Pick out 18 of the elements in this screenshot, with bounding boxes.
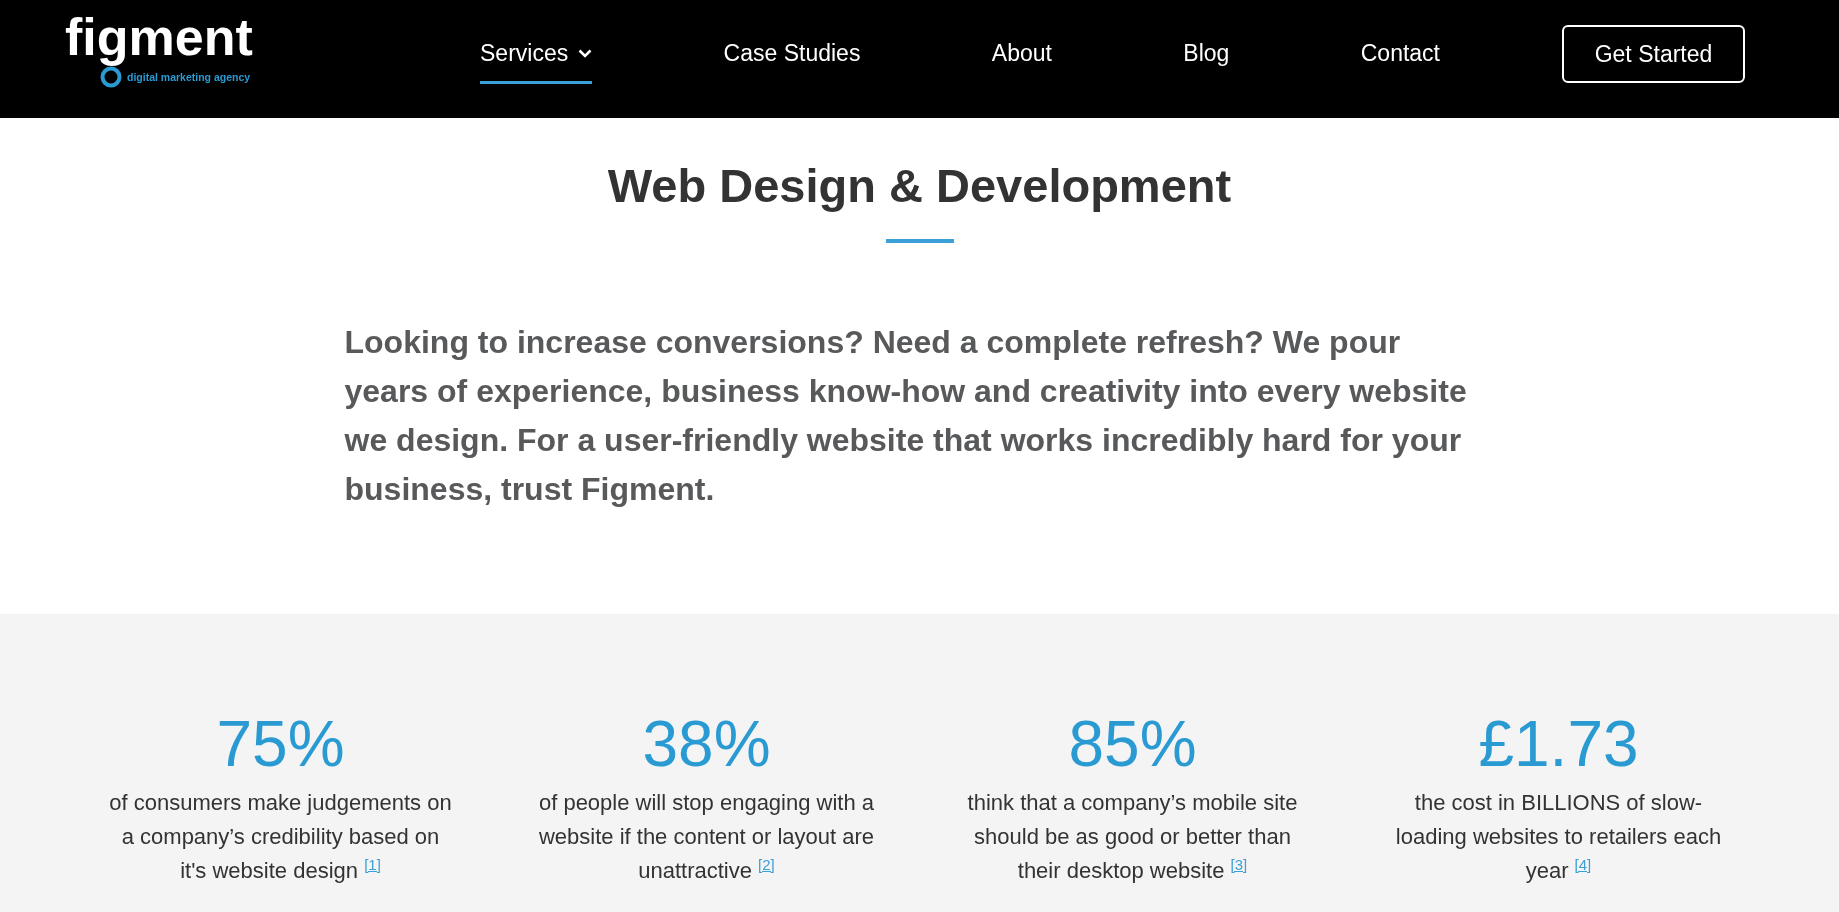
- stat-figure: £1.73: [1478, 707, 1639, 782]
- nav-link[interactable]: Services: [480, 0, 593, 84]
- nav-link[interactable]: Contact: [1360, 0, 1440, 84]
- get-started-button[interactable]: Get Started: [1562, 25, 1745, 83]
- logo-tagline: digital marketing agency: [127, 71, 251, 83]
- page-title: Web Design & Development: [607, 158, 1232, 214]
- stat-figure: 38%: [642, 707, 771, 782]
- nav-link[interactable]: Case Studies: [723, 0, 861, 84]
- stat-figure: 75%: [216, 707, 345, 782]
- stat-description: of people will stop engaging with a website if the content or layout are unattractive $^{[2]}$: [537, 789, 876, 885]
- stat-description: the cost in BILLIONS of slow-loading websites to retailers each year $^{[4]}$: [1394, 789, 1723, 885]
- stat-description: of consumers make judgements on a company’s credibility based on it's website design $^{[1]}$: [108, 789, 453, 885]
- stat-figure: 85%: [1068, 707, 1197, 782]
- stat-description: think that a company’s mobile site should be as good or better than their desktop website $^{[3]}$: [966, 789, 1299, 885]
- ring-icon: [100, 66, 122, 88]
- nav-link[interactable]: About: [991, 0, 1052, 84]
- intro-paragraph: Looking to increase conversions? Need a complete refresh? We pour years of experience, business know-how and creativity into every website we design. For a user-friendly website that works incredibly hard for your business, trust Figment.: [344, 323, 1468, 509]
- nav-link[interactable]: Blog: [1183, 0, 1230, 84]
